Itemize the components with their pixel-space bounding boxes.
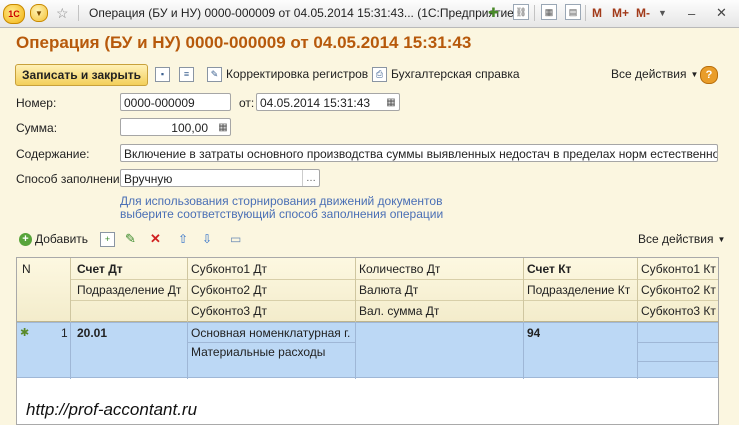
header-sub3-kt[interactable]: Субконто3 Кт bbox=[641, 304, 716, 318]
row-entry-icon: ✱ bbox=[20, 327, 30, 339]
menu-dropdown-icon[interactable]: ▼ bbox=[30, 4, 48, 22]
close-button[interactable]: ✕ bbox=[716, 4, 727, 22]
table-header: N Счет Дт Субконто1 Дт Количество Дт Сче… bbox=[17, 258, 718, 322]
edit-pencil-icon[interactable]: ✎ bbox=[125, 231, 136, 247]
hint-line-2[interactable]: выберите соответствующий способ заполнен… bbox=[120, 207, 443, 221]
window-title-bar: 1С ▼ ☆ Операция (БУ и НУ) 0000-000009 от… bbox=[0, 0, 739, 28]
dropdown-arrow-icon[interactable]: ▼ bbox=[658, 4, 667, 22]
header-n[interactable]: N bbox=[22, 262, 31, 276]
header-qty-dt[interactable]: Количество Дт bbox=[359, 262, 440, 276]
favorite-star-icon[interactable]: ☆ bbox=[56, 4, 69, 22]
chevron-down-icon: ▼ bbox=[717, 234, 726, 244]
sum-label: Сумма: bbox=[16, 121, 58, 135]
add-icon: + bbox=[19, 232, 32, 246]
fill-method-label: Способ заполнения: bbox=[16, 172, 130, 186]
table-all-actions-label: Все действия bbox=[638, 232, 714, 246]
header-sub3-dt[interactable]: Субконто3 Дт bbox=[191, 304, 267, 318]
table-all-actions-menu[interactable]: Все действия ▼ bbox=[638, 231, 725, 247]
favorites-add-icon[interactable]: ✚ bbox=[488, 4, 499, 22]
chevron-down-icon: ▼ bbox=[690, 69, 699, 79]
delete-x-icon[interactable]: ✕ bbox=[150, 231, 161, 247]
row-sub2-dt[interactable]: Материальные расходы bbox=[191, 345, 325, 359]
content-field[interactable]: Включение в затраты основного производст… bbox=[120, 144, 718, 162]
m-minus-button[interactable]: M- bbox=[636, 4, 650, 22]
header-acc-dt[interactable]: Счет Дт bbox=[77, 262, 123, 276]
select-ellipsis-button[interactable]: … bbox=[302, 170, 319, 186]
printer-icon: ⎙ bbox=[372, 66, 387, 82]
calculator-icon[interactable]: ▦ bbox=[541, 4, 557, 20]
all-actions-menu[interactable]: Все действия ▼ bbox=[611, 66, 698, 82]
content-label: Содержание: bbox=[16, 147, 90, 161]
header-sub1-dt[interactable]: Субконто1 Дт bbox=[191, 262, 267, 276]
date-field[interactable]: 04.05.2014 15:31:43 bbox=[256, 93, 400, 111]
calendar-picker-icon[interactable]: ▦ bbox=[383, 94, 399, 110]
accounting-reference-button[interactable]: ⎙ Бухгалтерская справка bbox=[372, 66, 520, 82]
document-icon[interactable]: ≡ bbox=[179, 66, 198, 82]
header-acc-kt[interactable]: Счет Кт bbox=[527, 262, 571, 276]
row-acc-dt[interactable]: 20.01 bbox=[77, 326, 107, 340]
registers-icon: ✎ bbox=[207, 66, 222, 82]
copy-row-icon[interactable]: + bbox=[100, 231, 119, 247]
row-acc-kt[interactable]: 94 bbox=[527, 326, 540, 340]
sort-icon[interactable]: ▭ bbox=[230, 231, 241, 247]
header-currency-dt[interactable]: Валюта Дт bbox=[359, 283, 418, 297]
calendar-icon[interactable]: ▤ bbox=[565, 4, 581, 20]
fill-method-field[interactable]: Вручную bbox=[120, 169, 320, 187]
header-sub2-dt[interactable]: Субконто2 Дт bbox=[191, 283, 267, 297]
accounting-reference-label: Бухгалтерская справка bbox=[391, 67, 520, 81]
m-plus-button[interactable]: M+ bbox=[612, 4, 629, 22]
add-label: Добавить bbox=[35, 232, 89, 246]
row-n: 1 bbox=[61, 326, 68, 340]
save-icon[interactable]: ▪ bbox=[155, 66, 174, 82]
calculator-picker-icon[interactable]: ▦ bbox=[215, 119, 231, 135]
correct-registers-label: Корректировка регистров bbox=[226, 67, 369, 81]
minimize-button[interactable]: – bbox=[688, 4, 695, 22]
number-label: Номер: bbox=[16, 96, 57, 110]
save-and-close-button[interactable]: Записать и закрыть bbox=[15, 64, 148, 86]
watermark-url: http://prof-accontant.ru bbox=[26, 400, 198, 419]
help-button[interactable]: ? bbox=[700, 66, 718, 84]
hint-line-1[interactable]: Для использования сторнирования движений… bbox=[120, 194, 442, 208]
1c-logo-icon[interactable]: 1С bbox=[3, 4, 25, 24]
move-up-icon[interactable]: ⇧ bbox=[178, 231, 188, 247]
date-label: от: bbox=[239, 96, 255, 110]
window-title: Операция (БУ и НУ) 0000-000009 от 04.05.… bbox=[89, 6, 518, 20]
move-down-icon[interactable]: ⇩ bbox=[202, 231, 212, 247]
link-icon[interactable]: ⛓ bbox=[513, 4, 529, 20]
page-title: Операция (БУ и НУ) 0000-000009 от 04.05.… bbox=[16, 33, 472, 52]
correct-registers-button[interactable]: ✎ Корректировка регистров bbox=[207, 66, 368, 82]
table-row[interactable]: ✱ 1 20.01 Основная номенклатурная г... М… bbox=[17, 322, 718, 379]
header-cur-sum-dt[interactable]: Вал. сумма Дт bbox=[359, 304, 439, 318]
header-sub2-kt[interactable]: Субконто2 Кт bbox=[641, 283, 716, 297]
row-sub1-dt[interactable]: Основная номенклатурная г... bbox=[191, 326, 351, 340]
add-row-button[interactable]: + Добавить bbox=[19, 231, 88, 247]
header-dept-kt[interactable]: Подразделение Кт bbox=[527, 283, 630, 297]
all-actions-label: Все действия bbox=[611, 67, 687, 81]
m-button[interactable]: M bbox=[592, 4, 602, 22]
header-sub1-kt[interactable]: Субконто1 Кт bbox=[641, 262, 716, 276]
number-field[interactable]: 0000-000009 bbox=[120, 93, 231, 111]
header-dept-dt[interactable]: Подразделение Дт bbox=[77, 283, 181, 297]
